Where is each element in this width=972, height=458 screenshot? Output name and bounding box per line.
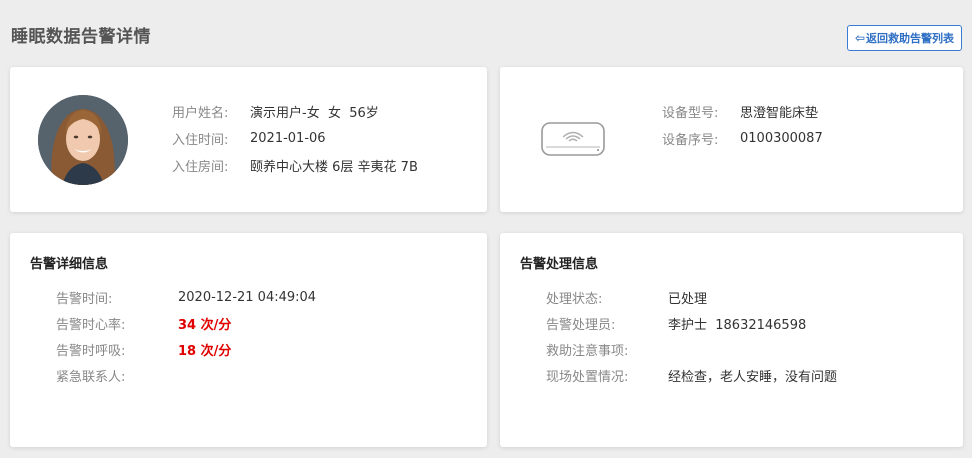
device-serial-value: 0100300087 — [740, 130, 823, 146]
scene-handling-value: 经检查，老人安睡，没有问题 — [668, 369, 838, 385]
alarm-time-value: 2020-12-21 04:49:04 — [178, 289, 317, 305]
back-to-alarm-list-button[interactable]: ⇦ 返回救助告警列表 — [847, 25, 962, 51]
back-button-label: 返回救助告警列表 — [866, 32, 955, 45]
device-model-value: 思澄智能床垫 — [740, 105, 819, 121]
process-status-value: 已处理 — [668, 291, 708, 307]
alarm-breath-rate-label: 告警时呼吸: — [56, 343, 126, 359]
user-name-value: 演示用户-女 女 56岁 — [250, 105, 379, 121]
alarm-time-label: 告警时间: — [56, 291, 113, 307]
process-section-title: 告警处理信息 — [520, 257, 599, 272]
checkin-time-value: 2021-01-06 — [250, 130, 326, 146]
alarm-heart-rate-value: 34 次/分 — [178, 317, 232, 333]
page-title: 睡眠数据告警详情 — [11, 27, 151, 47]
avatar — [38, 95, 128, 185]
device-model-label: 设备型号: — [662, 105, 719, 121]
room-value: 颐养中心大楼 6层 辛夷花 7B — [250, 159, 418, 175]
device-info-card: 设备型号: 思澄智能床垫 设备序号: 0100300087 — [500, 67, 963, 212]
alarm-breath-rate-value: 18 次/分 — [178, 343, 232, 359]
arrow-left-icon: ⇦ — [854, 31, 866, 45]
scene-handling-label: 现场处置情况: — [546, 369, 629, 385]
rescue-notes-label: 救助注意事项: — [546, 343, 629, 359]
alarm-process-card: 告警处理信息 处理状态: 已处理 告警处理员: 李护士 18632146598 … — [500, 233, 963, 447]
room-label: 入住房间: — [172, 159, 229, 175]
checkin-time-label: 入住时间: — [172, 132, 229, 148]
handler-label: 告警处理员: — [546, 317, 616, 333]
alarm-detail-card: 告警详细信息 告警时间: 2020-12-21 04:49:04 告警时心率: … — [10, 233, 487, 447]
device-serial-label: 设备序号: — [662, 132, 719, 148]
sleep-monitor-device-icon — [540, 117, 606, 163]
handler-value: 李护士 18632146598 — [668, 317, 807, 333]
alarm-heart-rate-label: 告警时心率: — [56, 317, 126, 333]
emergency-contact-label: 紧急联系人: — [56, 369, 126, 385]
user-info-card: 用户姓名: 演示用户-女 女 56岁 入住时间: 2021-01-06 入住房间… — [10, 67, 487, 212]
process-status-label: 处理状态: — [546, 291, 603, 307]
user-name-label: 用户姓名: — [172, 105, 229, 121]
alarm-section-title: 告警详细信息 — [30, 257, 109, 272]
